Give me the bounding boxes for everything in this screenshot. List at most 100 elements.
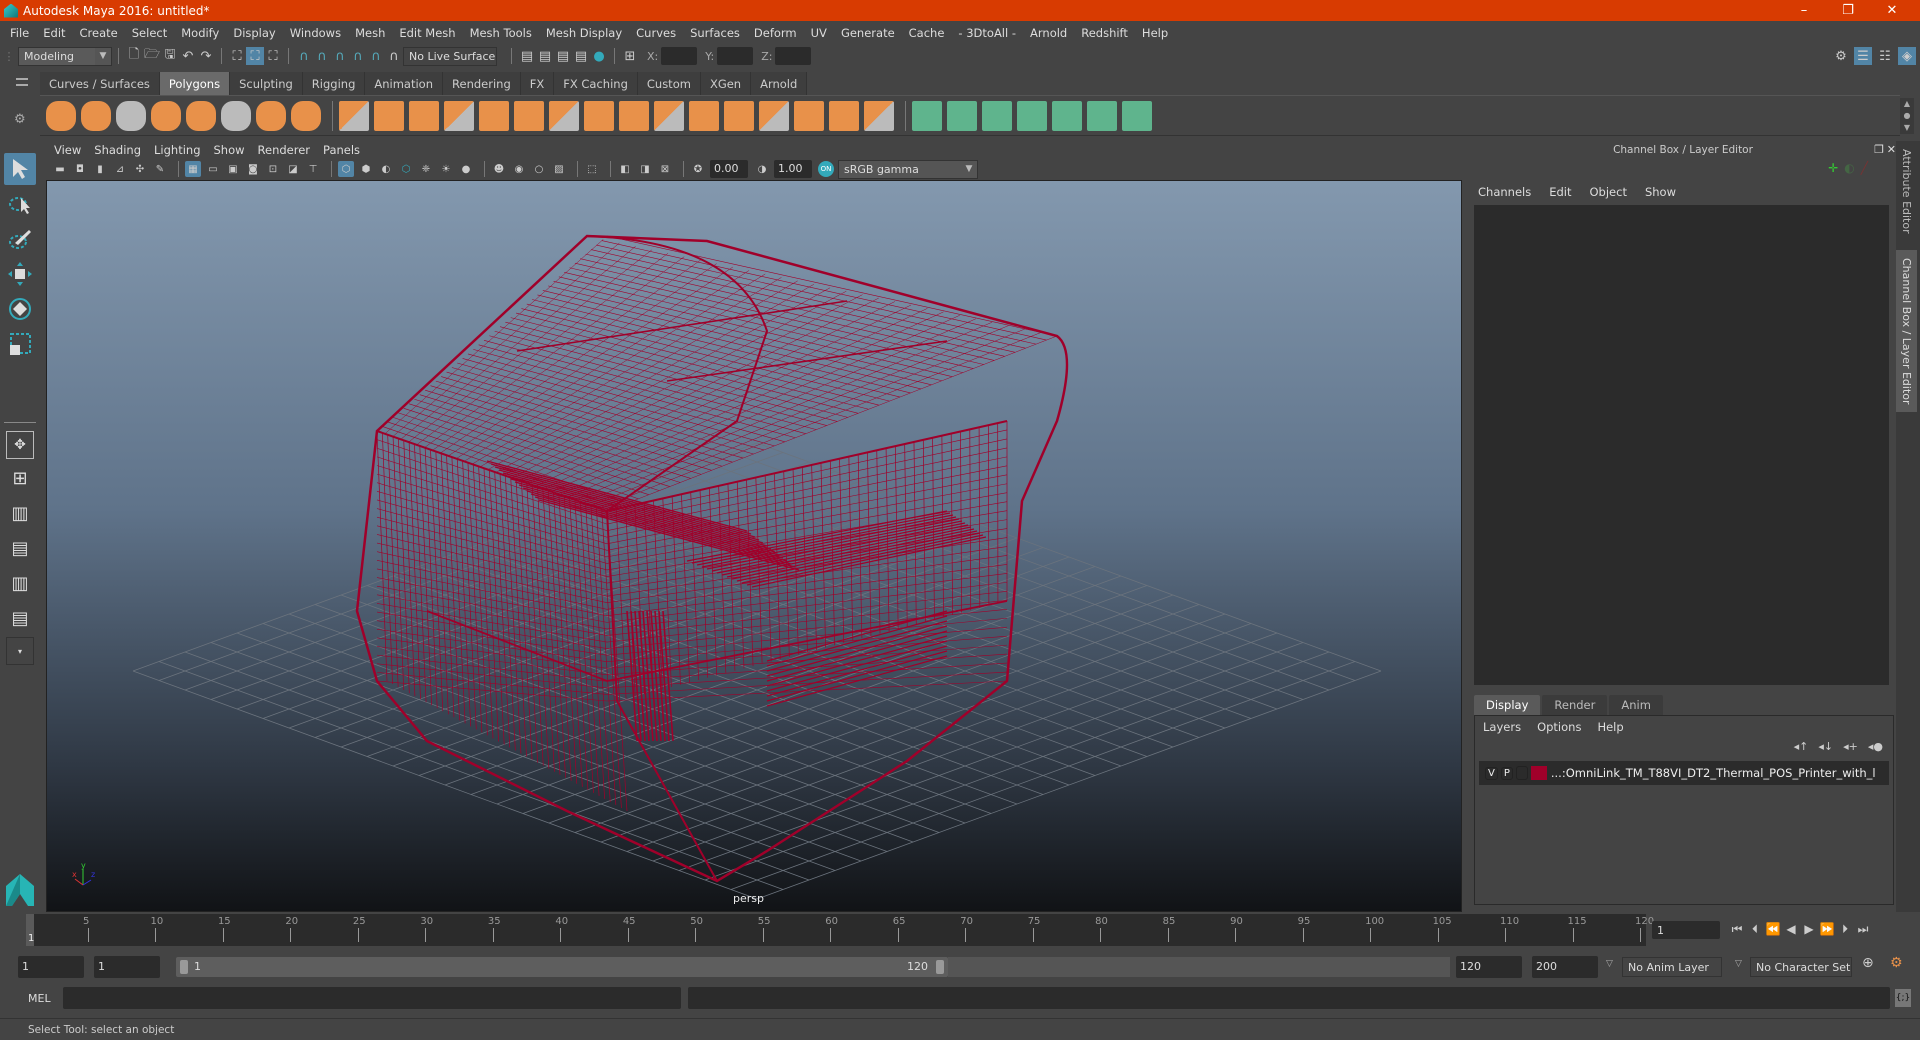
- save-scene-icon[interactable]: 🖫: [161, 47, 179, 65]
- smooth-icon[interactable]: [444, 100, 474, 131]
- exposure-icon[interactable]: ✪: [690, 161, 706, 177]
- animation-start-field[interactable]: 1: [18, 956, 84, 978]
- menu-arnold[interactable]: Arnold: [1024, 26, 1075, 40]
- menu-curves[interactable]: Curves: [630, 26, 684, 40]
- render-settings-icon[interactable]: ▤: [572, 47, 590, 65]
- persp-graph-layout-icon[interactable]: ▤: [4, 532, 36, 564]
- script-editor-icon[interactable]: {;}: [1895, 989, 1911, 1007]
- render-frame-icon[interactable]: ▤: [536, 47, 554, 65]
- field-chart-icon[interactable]: ⊡: [265, 161, 281, 177]
- menu-cache[interactable]: Cache: [903, 26, 953, 40]
- tool-settings-icon[interactable]: ☷: [1876, 47, 1894, 65]
- undo-icon[interactable]: ↶: [179, 47, 197, 65]
- shelf-tab-polygons[interactable]: Polygons: [159, 72, 231, 95]
- menu-modify[interactable]: Modify: [175, 26, 227, 40]
- speed-icon[interactable]: ◐: [1844, 161, 1854, 175]
- menu-help[interactable]: Help: [1136, 26, 1176, 40]
- uv-editor-icon[interactable]: [1087, 100, 1117, 131]
- command-input[interactable]: [63, 987, 681, 1009]
- command-language-label[interactable]: MEL: [28, 992, 51, 1005]
- ambient-occlusion-icon[interactable]: ☻: [491, 161, 507, 177]
- film-gate-icon[interactable]: ▭: [205, 161, 221, 177]
- color-management-toggle-icon[interactable]: ON: [818, 161, 834, 177]
- step-forward-key-icon[interactable]: ⏩: [1818, 922, 1836, 940]
- shelf-tab-custom[interactable]: Custom: [637, 72, 701, 95]
- safe-action-icon[interactable]: ◪: [285, 161, 301, 177]
- poly-cylinder-icon[interactable]: [116, 100, 146, 131]
- viewport-menu-show[interactable]: Show: [214, 143, 245, 157]
- layer-playback-toggle[interactable]: P: [1500, 766, 1513, 780]
- xray-icon[interactable]: ❈: [418, 161, 434, 177]
- layer-tab-anim[interactable]: Anim: [1609, 695, 1663, 715]
- live-surface-field[interactable]: No Live Surface: [403, 46, 497, 66]
- menu-deform[interactable]: Deform: [748, 26, 805, 40]
- scale-tool-icon[interactable]: [4, 328, 36, 360]
- playback-end-field[interactable]: 120: [1456, 956, 1522, 978]
- menu-mesh-display[interactable]: Mesh Display: [540, 26, 630, 40]
- view-transform-dropdown[interactable]: sRGB gamma ▼: [838, 159, 978, 179]
- isolate-select-icon[interactable]: ⬚: [584, 161, 600, 177]
- shadows-icon[interactable]: ●: [458, 161, 474, 177]
- rotate-tool-icon[interactable]: [4, 293, 36, 325]
- snap-curve-icon[interactable]: ∩: [313, 47, 331, 65]
- poly-cone-icon[interactable]: [151, 100, 181, 131]
- antialiasing-icon[interactable]: ○: [531, 161, 547, 177]
- channel-box-area[interactable]: [1474, 205, 1889, 685]
- grid-toggle-icon[interactable]: ▦: [185, 161, 201, 177]
- play-forwards-icon[interactable]: ▶: [1800, 922, 1818, 940]
- go-to-end-icon[interactable]: ⏭: [1854, 922, 1872, 940]
- y-field[interactable]: [717, 47, 754, 65]
- wireframe-on-shaded-icon[interactable]: ⬡: [398, 161, 414, 177]
- layer-tab-render[interactable]: Render: [1542, 695, 1608, 715]
- poly-sphere-icon[interactable]: [46, 100, 76, 131]
- layer-tab-display[interactable]: Display: [1474, 695, 1541, 715]
- current-frame-field[interactable]: 1: [1652, 921, 1722, 941]
- exposure-field[interactable]: 0.00: [710, 160, 748, 178]
- bookmark-icon[interactable]: ▮: [92, 161, 108, 177]
- uv-spherical-icon[interactable]: [982, 100, 1012, 131]
- insert-edge-loop-icon[interactable]: [829, 100, 859, 131]
- multi-cut-icon[interactable]: [584, 100, 614, 131]
- menu-mesh-tools[interactable]: Mesh Tools: [464, 26, 540, 40]
- paint-select-tool-icon[interactable]: [4, 223, 36, 255]
- menu-generate[interactable]: Generate: [835, 26, 903, 40]
- menu-surfaces[interactable]: Surfaces: [684, 26, 748, 40]
- select-camera-icon[interactable]: ▬: [52, 161, 68, 177]
- shelf-settings-gear-icon[interactable]: ⚙: [14, 112, 26, 127]
- anim-layer-dropdown[interactable]: No Anim Layer: [1622, 957, 1722, 977]
- combine-icon[interactable]: [339, 100, 369, 131]
- layer-visibility-toggle[interactable]: V: [1485, 766, 1498, 780]
- grip-handle[interactable]: ⋮: [0, 50, 18, 63]
- extrude-icon[interactable]: [689, 100, 719, 131]
- separate-icon[interactable]: [374, 100, 404, 131]
- layer-row[interactable]: V P ...:OmniLink_TM_T88VI_DT2_Thermal_PO…: [1479, 761, 1889, 785]
- step-back-frame-icon[interactable]: ⏴: [1746, 922, 1764, 940]
- menu-edit-mesh[interactable]: Edit Mesh: [393, 26, 463, 40]
- merge-icon[interactable]: [794, 100, 824, 131]
- character-set-chevron-icon[interactable]: ▽: [1735, 959, 1742, 969]
- layer-color-swatch[interactable]: [1530, 766, 1547, 780]
- snap-grid-icon[interactable]: ∩: [295, 47, 313, 65]
- menu-edit[interactable]: Edit: [37, 26, 73, 40]
- minimize-button[interactable]: –: [1782, 0, 1826, 21]
- gamma-field[interactable]: 1.00: [774, 160, 812, 178]
- channel-box-menu-object[interactable]: Object: [1590, 185, 1627, 199]
- perspective-viewport[interactable]: x y z persp: [46, 180, 1462, 912]
- menu-create[interactable]: Create: [74, 26, 126, 40]
- poly-plane-icon[interactable]: [186, 100, 216, 131]
- uv-planar-icon[interactable]: [912, 100, 942, 131]
- step-forward-frame-icon[interactable]: ⏵: [1836, 922, 1854, 940]
- menu-uv[interactable]: UV: [805, 26, 835, 40]
- new-layer-selected-icon[interactable]: ◂●: [1868, 740, 1883, 753]
- select-object-icon[interactable]: ⛶: [246, 47, 264, 65]
- extract-icon[interactable]: [479, 100, 509, 131]
- mirror-icon[interactable]: [409, 100, 439, 131]
- wireframe-icon[interactable]: ⬡: [338, 161, 354, 177]
- image-plane-icon[interactable]: ⊿: [112, 161, 128, 177]
- play-backwards-icon[interactable]: ◀: [1782, 922, 1800, 940]
- use-all-lights-icon[interactable]: ☀: [438, 161, 454, 177]
- open-scene-icon[interactable]: 🗁: [143, 47, 161, 65]
- persp-hypergraph-layout-icon[interactable]: ▥: [4, 567, 36, 599]
- bridge-edge-icon[interactable]: [759, 100, 789, 131]
- shelf-tab-animation[interactable]: Animation: [365, 72, 444, 95]
